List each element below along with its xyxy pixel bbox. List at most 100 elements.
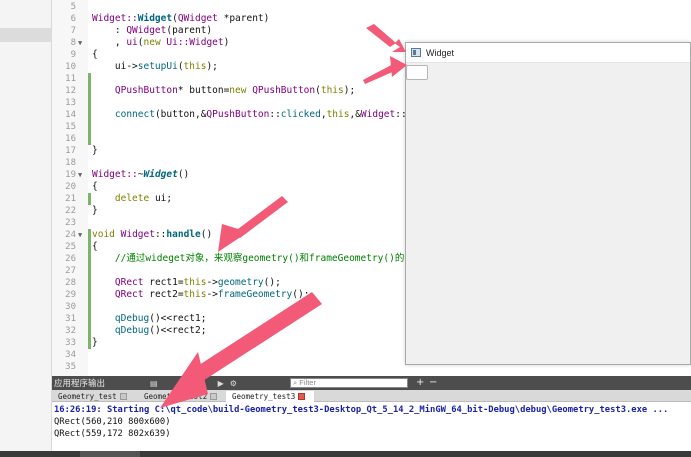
run-icon[interactable]: ▶ (218, 379, 224, 388)
code-line: ui->setupUi(this); (92, 61, 218, 72)
widget-window-title: Widget (426, 47, 455, 58)
line-number: 18 (65, 158, 76, 168)
change-marker (88, 277, 91, 289)
output-line: QRect(560,210 800x600) (54, 417, 171, 427)
change-marker (88, 133, 91, 145)
line-number: 27 (65, 266, 76, 276)
code-line: Widget::~Widget() (92, 169, 190, 180)
code-line: //通过wideget对象，来观察geometry()和frameGeometr… (92, 253, 424, 264)
filter-placeholder: Filter (299, 378, 316, 387)
change-marker (88, 97, 91, 109)
code-line: { (92, 49, 98, 60)
line-number: 31 (65, 314, 76, 324)
output-line-start: 16:26:19: Starting C:\qt_code\build-Geom… (54, 405, 669, 415)
output-line: QRect(559,172 802x639) (54, 429, 171, 439)
code-line: QRect rect2=this->frameGeometry(); (114, 289, 310, 300)
code-line: , ui(new Ui::Widget) (92, 37, 230, 48)
line-number: 21 (65, 194, 76, 204)
left-panel-strip (0, 0, 52, 457)
code-line: qDebug()<<rect1; (114, 313, 207, 324)
code-line: : QWidget(parent) (92, 25, 213, 36)
line-number: 7 (70, 26, 76, 36)
change-marker (88, 85, 91, 97)
change-marker (88, 265, 91, 277)
change-marker (88, 301, 91, 313)
line-number: 33 (65, 338, 76, 348)
line-number: 35 (65, 362, 76, 372)
line-number: 22 (65, 206, 76, 216)
output-pane-toolbar: 应用程序输出 ▤ ▶ ⚙ ⌕ Filter + − (52, 376, 691, 390)
code-line: } (92, 205, 98, 216)
line-number: 20 (65, 182, 76, 192)
line-number: 28 (65, 278, 76, 288)
tab-geometry-test2[interactable]: Geometry_test2 (138, 391, 224, 402)
fold-arrow-icon[interactable]: ▼ (78, 169, 82, 181)
change-marker (88, 229, 91, 241)
line-number: 12 (65, 86, 76, 96)
output-tabs: Geometry_test Geometry_test2 Geometry_te… (52, 390, 691, 402)
line-number: 24 (65, 230, 76, 240)
code-line: } (92, 337, 98, 348)
close-icon[interactable] (298, 392, 306, 400)
change-marker (88, 325, 91, 337)
code-line: delete ui; (114, 193, 173, 204)
code-line: qDebug()<<rect2; (114, 325, 207, 336)
fold-arrow-icon[interactable]: ▼ (78, 37, 82, 49)
change-marker (88, 313, 91, 325)
line-number: 6 (70, 14, 76, 24)
code-line: { (92, 241, 98, 252)
left-panel-selected-row (0, 28, 52, 42)
change-marker (88, 241, 91, 253)
filter-input[interactable]: ⌕ Filter (290, 378, 408, 388)
change-marker (88, 109, 91, 121)
line-number: 34 (65, 350, 76, 360)
code-line: QPushButton* button=new QPushButton(this… (114, 85, 356, 96)
line-number: 25 (65, 242, 76, 252)
output-pane-title: 应用程序输出 (54, 378, 106, 388)
increase-font-button[interactable]: + (416, 376, 424, 390)
tab-label: Geometry_test3 (232, 392, 296, 401)
line-number: 29 (65, 290, 76, 300)
line-number: 23 (65, 218, 76, 228)
line-number: 13 (65, 98, 76, 108)
line-number: 10 (65, 62, 76, 72)
close-icon[interactable] (210, 392, 218, 400)
application-output[interactable]: 16:26:19: Starting C:\qt_code\build-Geom… (52, 402, 691, 451)
line-number: 15 (65, 122, 76, 132)
settings-icon[interactable]: ⚙ (230, 379, 237, 388)
tab-label: Geometry_test (58, 392, 117, 401)
change-marker (88, 121, 91, 133)
change-marker (88, 73, 91, 85)
status-bar (0, 451, 691, 457)
close-icon[interactable] (119, 392, 127, 400)
line-number: 19 (65, 170, 76, 180)
clear-output-icon[interactable]: ▤ (150, 379, 158, 388)
line-number: 32 (65, 326, 76, 336)
line-number: 16 (65, 134, 76, 144)
push-button[interactable] (406, 65, 428, 80)
tab-label: Geometry_test2 (144, 392, 208, 401)
change-marker (88, 337, 91, 349)
code-line: void Widget::handle() (92, 229, 213, 240)
code-line: connect(button,&QPushButton::clicked,thi… (114, 109, 453, 120)
decrease-font-button[interactable]: − (429, 376, 437, 390)
fold-column (78, 0, 88, 376)
code-line: Widget::Widget(QWidget *parent) (92, 13, 270, 24)
tab-geometry-test[interactable]: Geometry_test (52, 391, 132, 402)
change-marker (88, 253, 91, 265)
line-number: 30 (65, 302, 76, 312)
code-line: { (92, 181, 98, 192)
line-number: 5 (70, 2, 76, 12)
line-number: 11 (65, 74, 76, 84)
line-number: 17 (65, 146, 76, 156)
widget-window-titlebar[interactable]: Widget (406, 43, 690, 63)
change-marker (88, 193, 91, 205)
line-number: 26 (65, 254, 76, 264)
widget-window[interactable]: Widget (405, 42, 691, 365)
line-number: 14 (65, 110, 76, 120)
window-icon (411, 48, 421, 57)
code-line: QRect rect1=this->geometry(); (114, 277, 281, 288)
fold-arrow-icon[interactable]: ▼ (78, 229, 82, 241)
tab-geometry-test3[interactable]: Geometry_test3 (226, 391, 314, 402)
code-line: } (92, 145, 98, 156)
